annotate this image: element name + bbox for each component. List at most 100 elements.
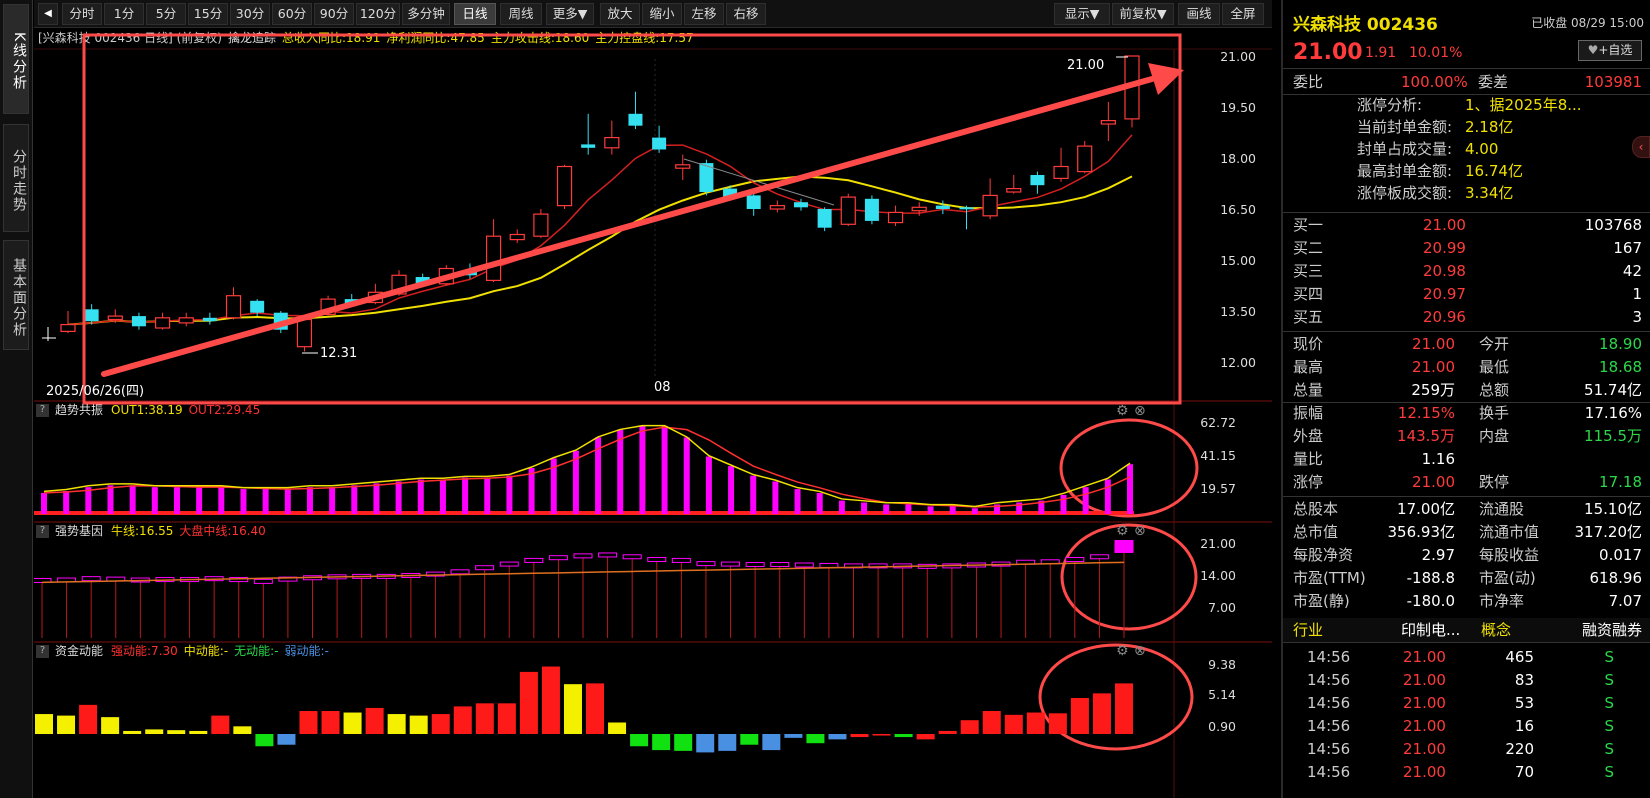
btn-90min[interactable]: 90分 <box>314 3 354 25</box>
tab-intraday[interactable]: 分时走势 <box>3 124 29 232</box>
stat-value: 17.16% <box>1584 404 1642 422</box>
indicator-value: OUT2:29.45 <box>188 403 261 417</box>
momentum-bar <box>409 715 428 734</box>
stat-row: 振幅 12.15% 换手 17.16% <box>1283 402 1650 425</box>
gene-box <box>721 561 741 567</box>
stat-label: 量比 <box>1293 450 1324 468</box>
momentum-bar <box>630 734 649 747</box>
current-price: 21.00 <box>1293 40 1363 65</box>
btn-zoom-in[interactable]: 放大 <box>600 3 640 25</box>
trend-bar <box>439 479 446 514</box>
gear-icon[interactable]: ⚙ <box>1116 403 1129 419</box>
btn-move-left[interactable]: 左移 <box>684 3 724 25</box>
gene-box <box>794 562 814 568</box>
btn-more[interactable]: 更多▼ <box>546 3 594 25</box>
trend-bar <box>484 477 491 514</box>
candle-body <box>131 316 146 327</box>
btn-daily[interactable]: 日线 <box>454 3 496 25</box>
momentum-bar <box>1004 714 1023 734</box>
btn-zoom-out[interactable]: 缩小 <box>642 3 682 25</box>
btn-draw[interactable]: 画线 <box>1178 3 1220 25</box>
candle-body <box>982 194 998 217</box>
bid-row: 买二 20.99 167 <box>1283 237 1650 260</box>
tick-price: 21.00 <box>1403 694 1446 712</box>
margin-trading-label[interactable]: 融资融券 <box>1582 618 1642 642</box>
momentum-bar <box>101 717 120 734</box>
trend-bar <box>617 429 624 514</box>
y-tick-price: 12.00 <box>1220 355 1256 370</box>
btn-multi-min[interactable]: 多分钟 <box>402 3 450 25</box>
industry-value[interactable]: 印制电... <box>1401 618 1460 642</box>
stat-label: 换手 <box>1479 404 1510 422</box>
stat-label: 市盈(TTM) <box>1293 569 1366 587</box>
btn-60min[interactable]: 60分 <box>272 3 312 25</box>
bid-volume: 1 <box>1632 285 1642 303</box>
value: 16.74亿 <box>1465 162 1523 180</box>
help-icon[interactable]: ? <box>36 645 49 658</box>
btn-intraday[interactable]: 分时 <box>62 3 102 25</box>
trend-bar <box>528 468 535 514</box>
gene-box <box>696 561 716 567</box>
btn-move-right[interactable]: 右移 <box>726 3 766 25</box>
stat-value: -180.0 <box>1406 592 1455 610</box>
stat-label: 涨停 <box>1293 473 1324 491</box>
momentum-bar <box>982 711 1001 734</box>
btn-15min[interactable]: 15分 <box>188 3 228 25</box>
help-icon[interactable]: ? <box>36 525 49 538</box>
indicator-value: 牛线:16.55 <box>111 524 174 538</box>
trend-bar <box>838 500 845 514</box>
stat-value: 143.5万 <box>1397 427 1455 445</box>
momentum-bar <box>740 734 759 745</box>
tick-row: 14:56 21.00 53 S <box>1283 692 1650 715</box>
btn-weekly[interactable]: 周线 <box>500 3 542 25</box>
trend-bar <box>1104 479 1111 514</box>
tick-price: 21.00 <box>1403 763 1446 781</box>
btn-fullscreen[interactable]: 全屏 <box>1222 3 1264 25</box>
tab-fundamentals[interactable]: 基本面分析 <box>3 240 29 350</box>
stat-row: 现价 21.00 今开 18.90 <box>1283 333 1650 356</box>
stat-label: 外盘 <box>1293 427 1324 445</box>
btn-5min[interactable]: 5分 <box>146 3 186 25</box>
toggle-panel-icon[interactable]: ◀ <box>38 3 58 25</box>
btn-30min[interactable]: 30分 <box>230 3 270 25</box>
collapse-arrow-icon[interactable]: ‹ <box>1632 136 1650 158</box>
momentum-bar <box>431 714 450 734</box>
trend-bar <box>329 487 336 514</box>
candle-body <box>864 198 879 221</box>
add-watchlist-button[interactable]: ♥+自选 <box>1578 40 1642 61</box>
stat-row: 最高 21.00 最低 18.68 <box>1283 356 1650 379</box>
gear-icon[interactable]: ⚙ <box>1116 643 1129 659</box>
tick-volume: 465 <box>1505 648 1534 666</box>
momentum-bar <box>57 715 76 734</box>
tick-side: S <box>1604 740 1614 758</box>
close-icon[interactable]: ⊗ <box>1134 523 1146 539</box>
btn-120min[interactable]: 120分 <box>356 3 400 25</box>
label: 最高封单金额: <box>1357 162 1453 180</box>
momentum-bar <box>1070 697 1089 734</box>
y-tick: 5.14 <box>1208 687 1236 702</box>
help-icon[interactable]: ? <box>36 404 49 417</box>
momentum-bar <box>497 703 516 734</box>
close-icon[interactable]: ⊗ <box>1134 643 1146 659</box>
candle-body <box>154 317 171 329</box>
concept-label[interactable]: 概念 <box>1481 618 1511 642</box>
y-tick: 21.00 <box>1200 536 1236 551</box>
tab-kline-analysis[interactable]: K线分析 <box>3 4 29 114</box>
candle-body <box>225 295 242 319</box>
btn-1min[interactable]: 1分 <box>104 3 144 25</box>
trend-bar <box>1127 464 1133 514</box>
gear-icon[interactable]: ⚙ <box>1116 523 1129 539</box>
btn-adjust[interactable]: 前复权▼ <box>1112 3 1174 25</box>
momentum-bar <box>299 711 318 734</box>
industry-label[interactable]: 行业 <box>1293 618 1323 642</box>
stat-label: 市净率 <box>1479 592 1525 610</box>
tick-price: 21.00 <box>1403 648 1446 666</box>
trend-bar <box>129 485 136 514</box>
stat-row: 量比 1.16 <box>1283 448 1650 471</box>
close-icon[interactable]: ⊗ <box>1134 403 1146 419</box>
btn-display[interactable]: 显示▼ <box>1054 3 1110 25</box>
bid-volume: 3 <box>1632 308 1642 326</box>
gene-box <box>745 562 765 568</box>
stat-value: 21.00 <box>1412 473 1455 491</box>
trend-bar <box>395 481 402 514</box>
